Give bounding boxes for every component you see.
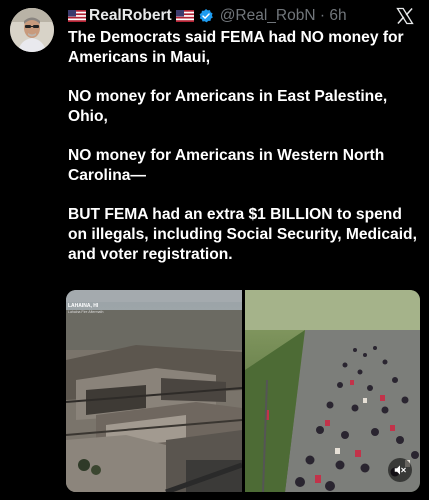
- tweet: RealRobert @Real_RobN · 6h The Democrats…: [0, 0, 429, 500]
- mute-icon: [394, 465, 406, 475]
- us-flag-icon: [175, 10, 194, 22]
- media-grid: LAHAINA, HI Lahaina Fire Aftermath: [66, 290, 420, 492]
- tweet-paragraph: NO money for Americans in East Palestine…: [68, 88, 388, 125]
- tweet-paragraph: NO money for Americans in Western North …: [68, 147, 385, 184]
- avatar-image: [10, 8, 54, 52]
- mute-button[interactable]: [388, 458, 412, 482]
- media-video-crowd[interactable]: [245, 290, 420, 492]
- tweet-paragraph: BUT FEMA had an extra $1 BILLION to spen…: [68, 206, 417, 263]
- avatar[interactable]: [10, 8, 54, 52]
- media-overlay-title: LAHAINA, HI: [68, 303, 99, 309]
- us-flag-icon: [68, 10, 86, 22]
- verified-badge-icon: [199, 9, 213, 23]
- tweet-header: RealRobert @Real_RobN · 6h: [68, 6, 347, 26]
- x-logo-icon[interactable]: [395, 6, 415, 26]
- fire-ruins-image: [66, 290, 242, 492]
- media-overlay-subtitle: Lahaina Fire Aftermath: [68, 310, 104, 314]
- tweet-text: The Democrats said FEMA had NO money for…: [68, 28, 418, 284]
- tweet-paragraph: The Democrats said FEMA had NO money for…: [68, 29, 404, 66]
- handle-and-timestamp[interactable]: @Real_RobN · 6h: [220, 7, 347, 25]
- display-name[interactable]: RealRobert: [89, 7, 172, 25]
- media-image-fire-aftermath[interactable]: LAHAINA, HI Lahaina Fire Aftermath: [66, 290, 242, 492]
